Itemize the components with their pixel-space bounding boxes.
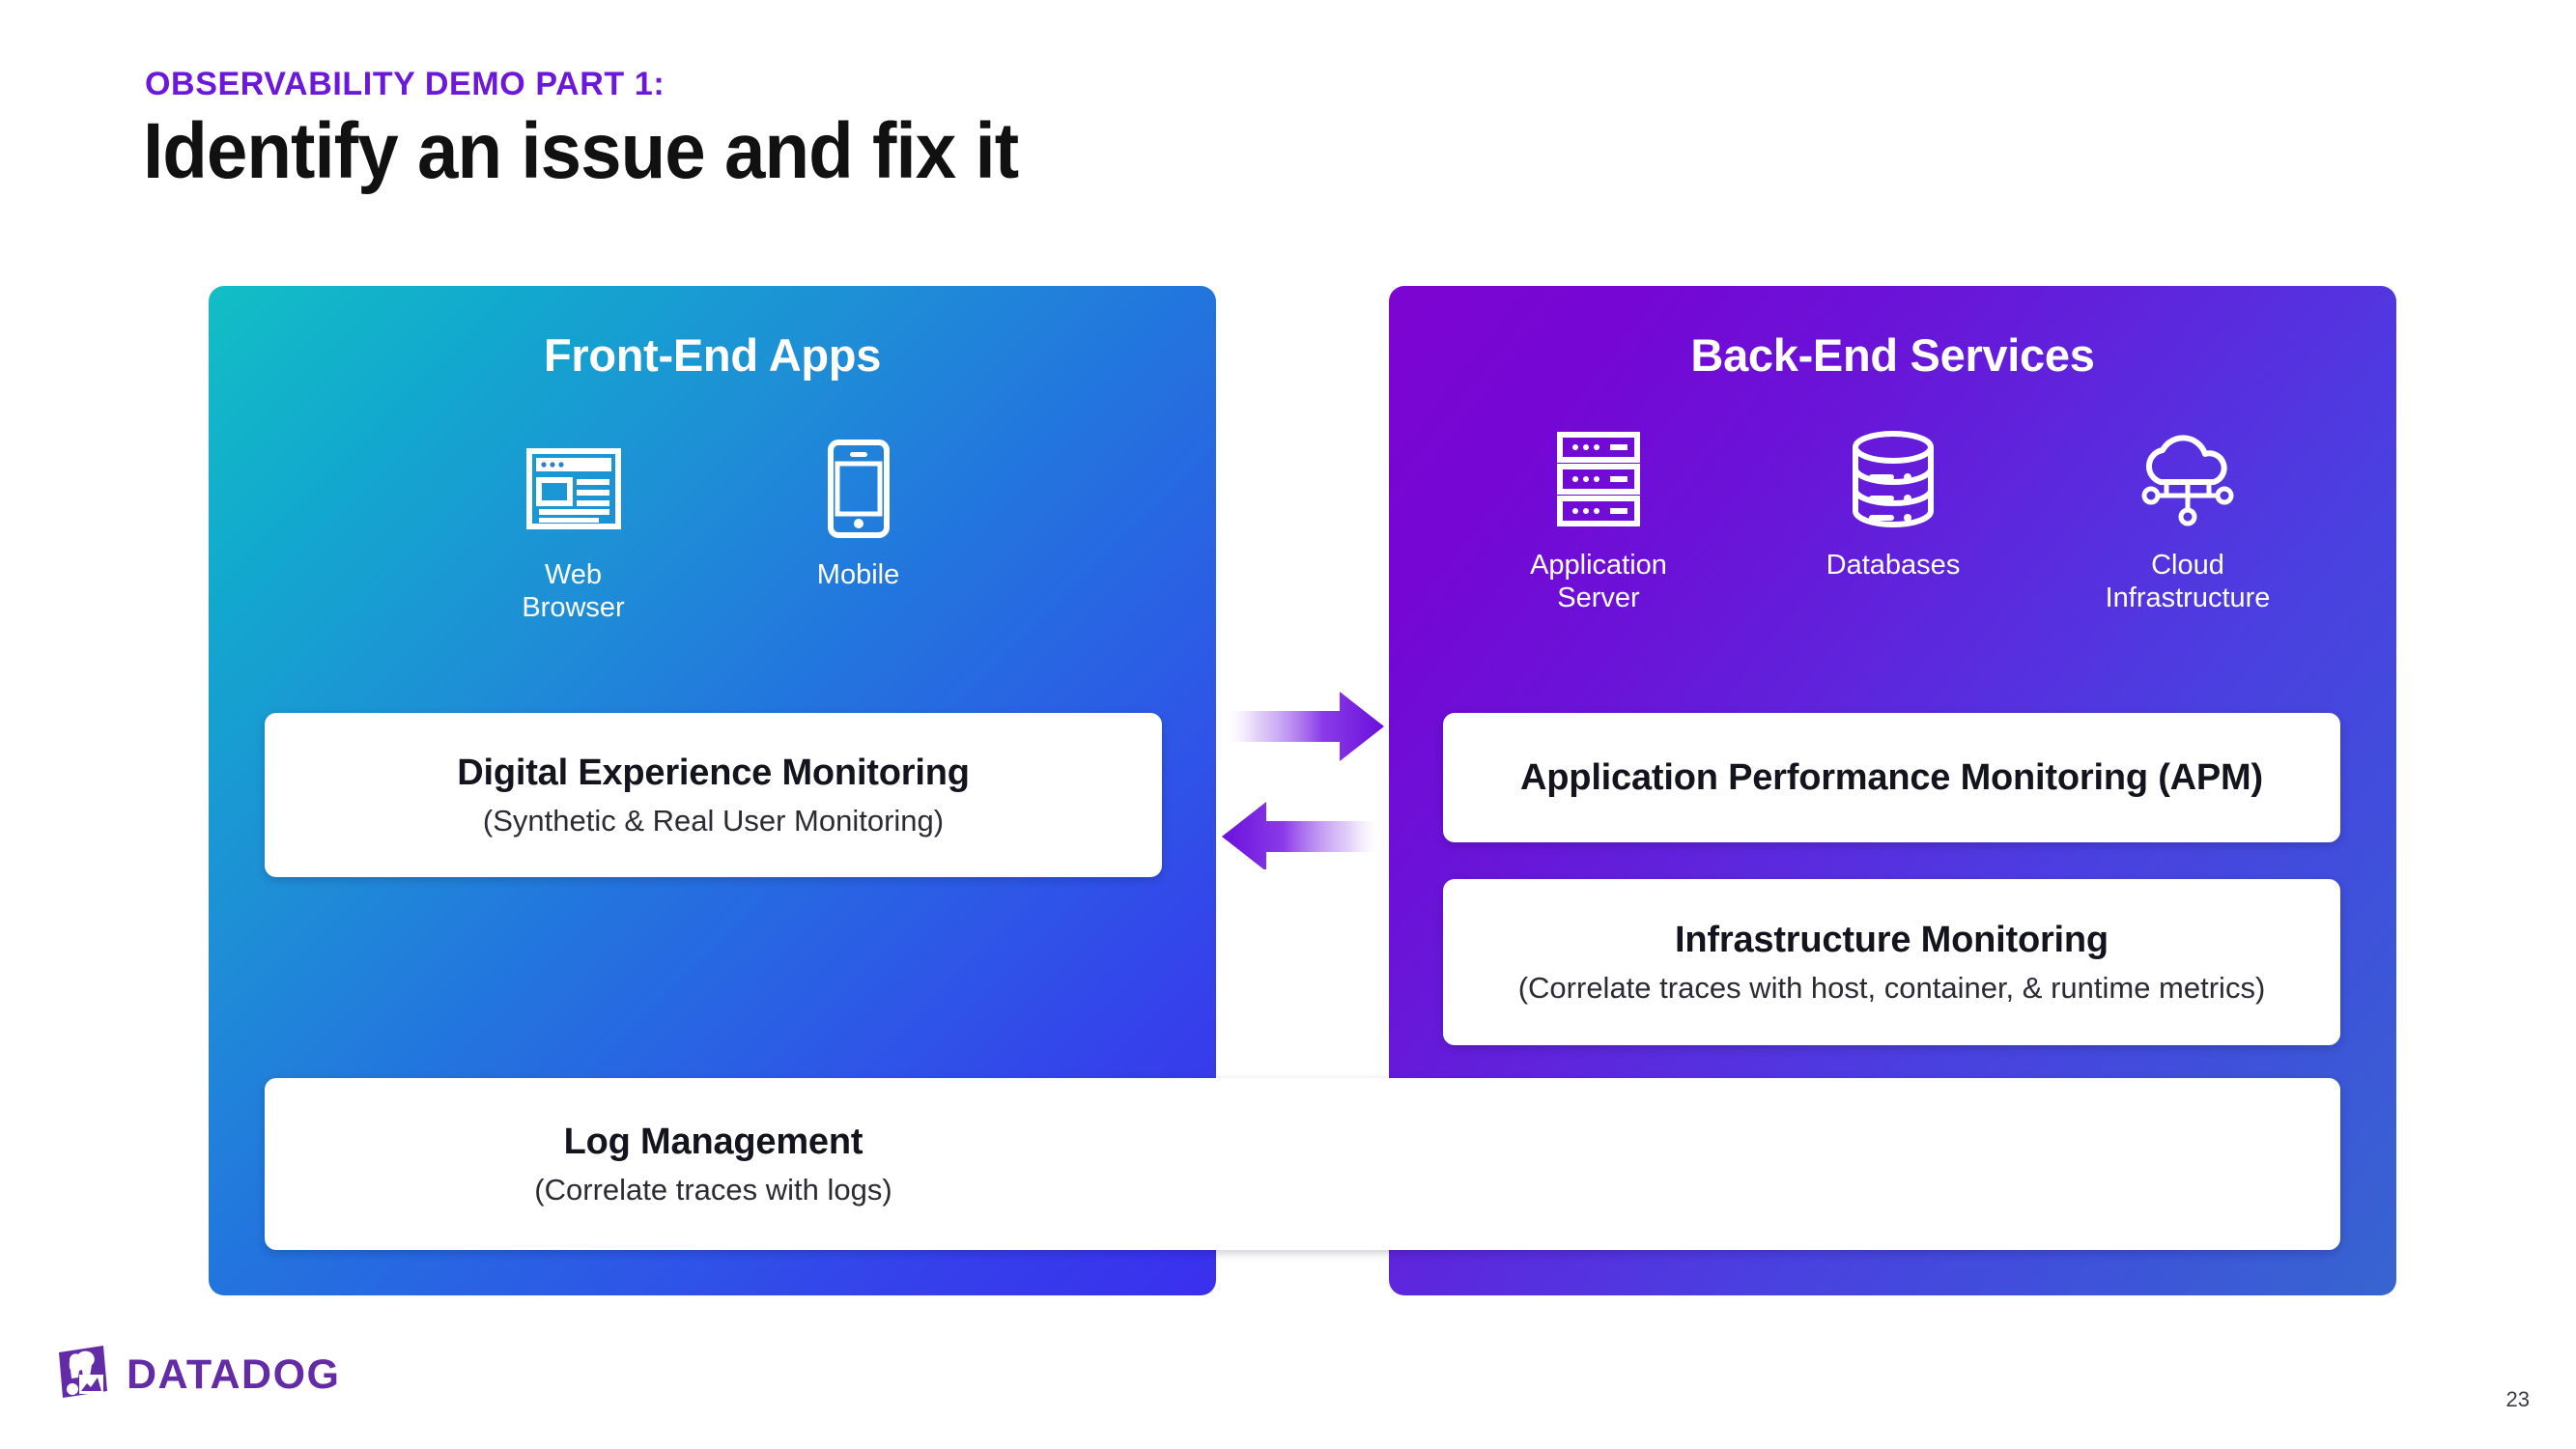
back-end-icon-label: Databases bbox=[1826, 550, 1961, 581]
cloud-network-icon bbox=[2137, 429, 2238, 529]
front-end-icon-cell-browser: Web Browser bbox=[508, 439, 638, 624]
back-end-icon-row: Application Server Databases Cloud Infra… bbox=[1449, 429, 2337, 614]
arrow-right-icon bbox=[1222, 692, 1384, 761]
front-end-icon-label: Mobile bbox=[816, 559, 900, 590]
card-title: Digital Experience Monitoring bbox=[457, 752, 970, 793]
back-end-icon-label: Cloud Infrastructure bbox=[2105, 550, 2271, 614]
card-subtitle: (Synthetic & Real User Monitoring) bbox=[482, 803, 945, 838]
database-icon bbox=[1852, 429, 1935, 529]
card-title: Log Management bbox=[563, 1121, 863, 1162]
datadog-wordmark: DATADOG bbox=[127, 1351, 341, 1398]
card-title: Infrastructure Monitoring bbox=[1675, 919, 2109, 960]
web-browser-icon bbox=[525, 439, 621, 539]
back-end-services-heading: Back-End Services bbox=[1690, 329, 2095, 381]
page-title: Identify an issue and fix it bbox=[143, 107, 1019, 195]
datadog-mark-icon bbox=[53, 1343, 113, 1407]
panel-connector-arrows bbox=[1216, 676, 1390, 871]
card-title: Application Performance Monitoring (APM) bbox=[1520, 756, 2263, 798]
log-management-card[interactable]: Log Management (Correlate traces with lo… bbox=[265, 1078, 2340, 1250]
apm-card[interactable]: Application Performance Monitoring (APM) bbox=[1443, 713, 2340, 842]
mobile-phone-icon bbox=[827, 439, 891, 539]
datadog-logo: DATADOG bbox=[53, 1343, 341, 1407]
infrastructure-monitoring-card[interactable]: Infrastructure Monitoring (Correlate tra… bbox=[1443, 879, 2340, 1045]
card-subtitle: (Correlate traces with logs) bbox=[534, 1172, 892, 1207]
back-end-icon-cell-cloud: Cloud Infrastructure bbox=[2077, 429, 2299, 614]
front-end-apps-heading: Front-End Apps bbox=[543, 329, 882, 381]
front-end-icon-row: Web Browser Mobile bbox=[508, 439, 923, 624]
arrow-left-icon bbox=[1222, 802, 1384, 871]
slide-eyebrow: OBSERVABILITY DEMO PART 1: bbox=[145, 66, 665, 102]
page-number: 23 bbox=[2505, 1387, 2530, 1411]
digital-experience-monitoring-card[interactable]: Digital Experience Monitoring (Synthetic… bbox=[265, 713, 1162, 877]
server-rack-icon bbox=[1557, 429, 1640, 529]
card-subtitle: (Correlate traces with host, container, … bbox=[1517, 970, 2266, 1005]
back-end-icon-cell-database: Databases bbox=[1797, 429, 1990, 614]
back-end-icon-cell-server: Application Server bbox=[1487, 429, 1710, 614]
back-end-icon-label: Application Server bbox=[1530, 550, 1667, 614]
front-end-icon-label: Web Browser bbox=[522, 559, 625, 624]
front-end-icon-cell-mobile: Mobile bbox=[793, 439, 923, 624]
